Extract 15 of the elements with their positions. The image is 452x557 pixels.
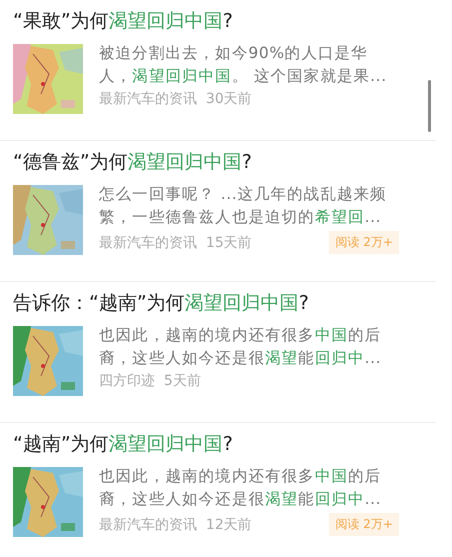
article-snippet: 也因此，越南的境内还有很多 中国 的后裔，这些人如今还是很渴望能回归中... bbox=[99, 325, 382, 369]
read-count-badge: 阅读 2万+ bbox=[329, 231, 399, 254]
article-title[interactable]: “越南”为何渴望回归中国? bbox=[13, 431, 418, 457]
source-and-time: 最新汽车的资讯 12天前 bbox=[99, 516, 252, 534]
source-and-time: 最新汽车的资讯 30天前 bbox=[99, 90, 252, 108]
article-title[interactable]: 告诉你：“越南”为何渴望回归中国? bbox=[13, 290, 418, 316]
article-title[interactable]: “果敢”为何渴望回归中国? bbox=[13, 8, 418, 34]
source-and-time: 最新汽车的资讯 15天前 bbox=[99, 234, 252, 252]
read-count-badge: 阅读 2万+ bbox=[329, 513, 399, 536]
scrollbar[interactable] bbox=[428, 80, 431, 132]
article-title[interactable]: “德鲁兹”为何渴望回归中国? bbox=[13, 149, 418, 175]
article-snippet: 被迫分割出去，如今90%的人口是华人，渴望回归中国。 这个国家就是果... bbox=[99, 43, 388, 87]
article-snippet: 怎么一回事呢？ ...这几年的战乱越来频繁，一些德鲁兹人也是迫切的希望回... bbox=[99, 184, 388, 228]
source-and-time: 四方印迹 5天前 bbox=[99, 372, 201, 390]
article-snippet: 也因此，越南的境内还有很多 中国 的后裔，这些人如今还是很渴望能回归中... bbox=[99, 466, 382, 510]
